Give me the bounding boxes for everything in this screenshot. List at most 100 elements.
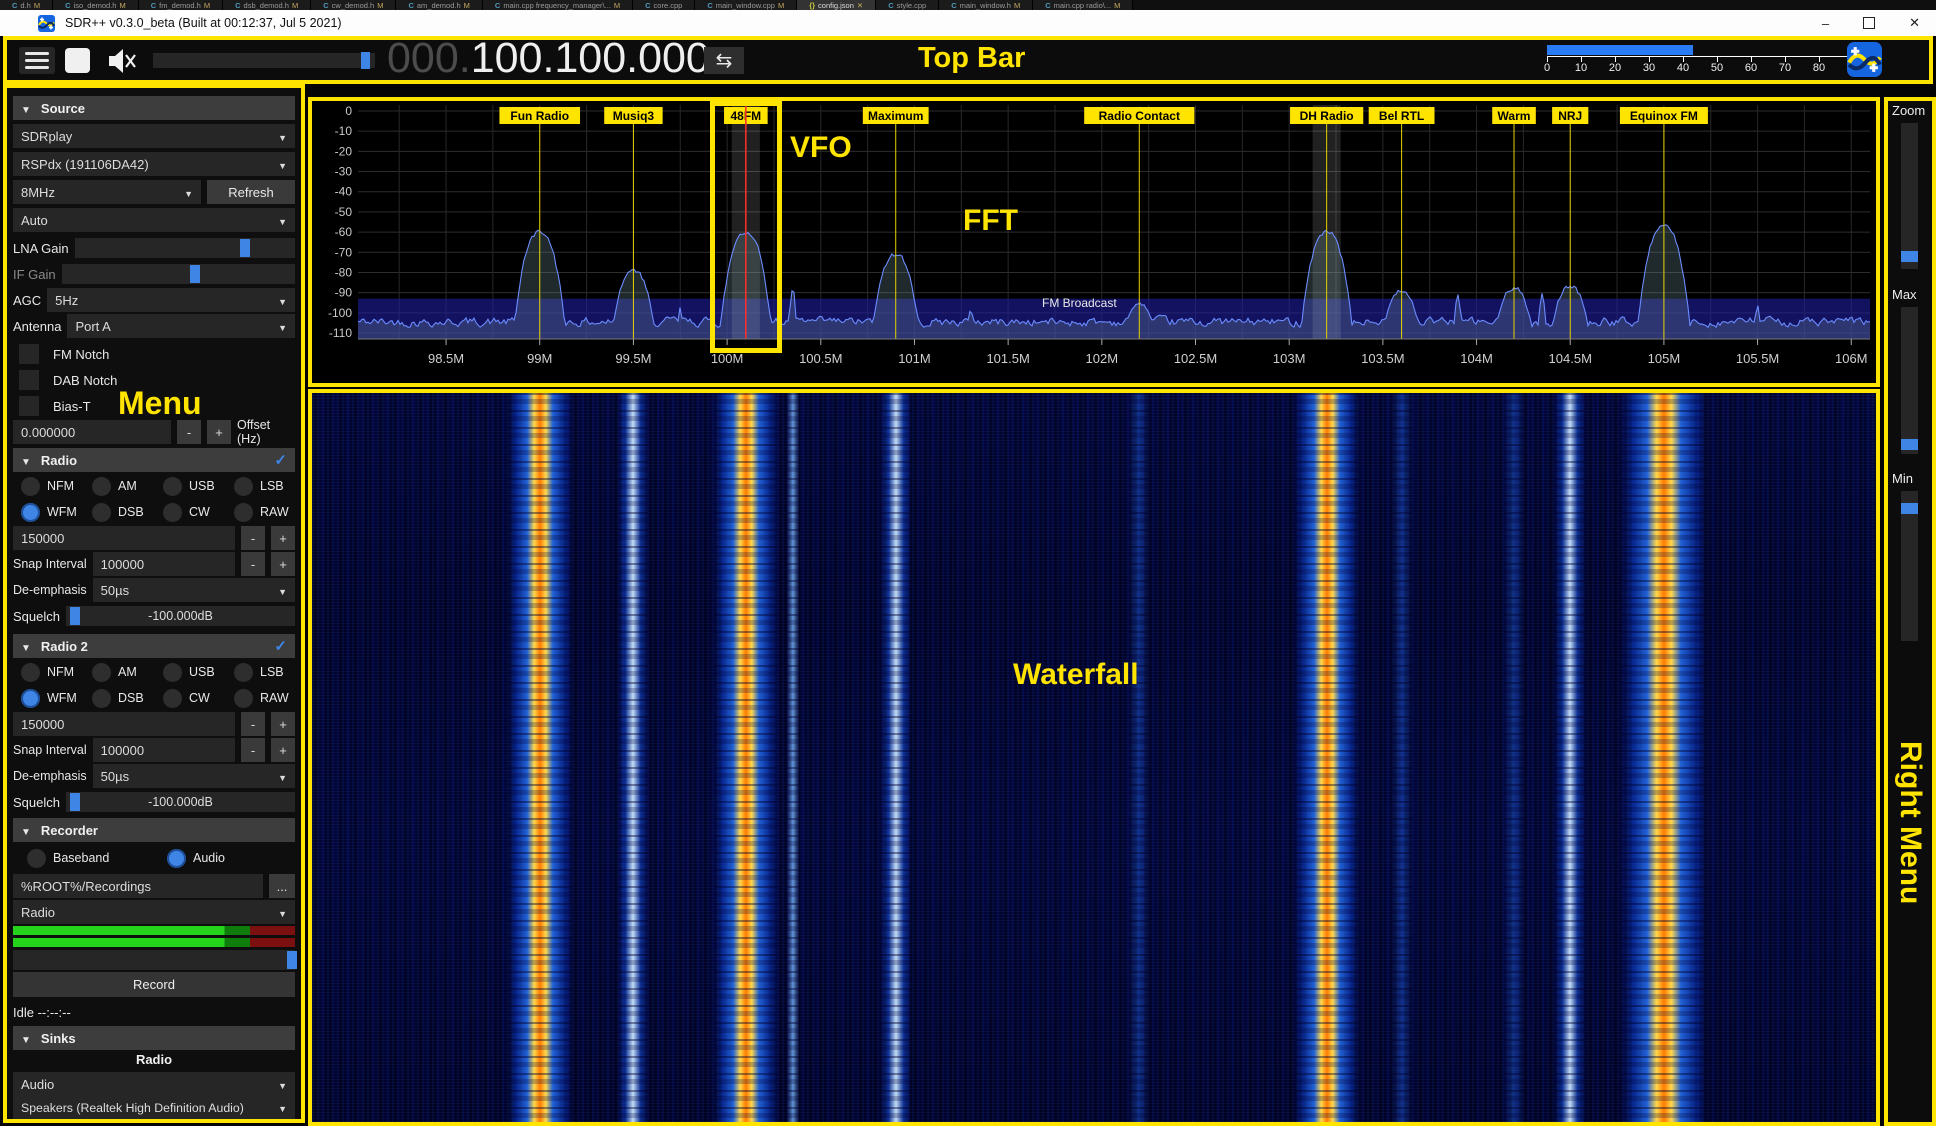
radio-button-icon[interactable] xyxy=(234,663,253,682)
menu-toggle-button[interactable] xyxy=(19,47,55,74)
decrement-button[interactable]: - xyxy=(241,712,265,736)
deemphasis-select[interactable]: 50µs xyxy=(93,764,295,788)
zoom-slider-handle[interactable] xyxy=(1901,251,1918,262)
lna-gain-slider[interactable] xyxy=(75,238,295,258)
radio-section-header[interactable]: Radio 2 xyxy=(13,634,295,658)
increment-button[interactable]: + xyxy=(271,552,295,576)
mode-lsb[interactable]: LSB xyxy=(234,660,284,684)
editor-tab[interactable]: Cmain_window.cppM xyxy=(695,0,797,10)
mode-nfm[interactable]: NFM xyxy=(21,474,74,498)
offset-increment-button[interactable]: + xyxy=(207,420,231,444)
frequency-main-digits[interactable]: 100.100.000 xyxy=(471,34,710,82)
max-slider-handle[interactable] xyxy=(1901,439,1918,450)
enabled-check-icon[interactable] xyxy=(274,637,287,655)
mode-raw[interactable]: RAW xyxy=(234,500,289,524)
increment-button[interactable]: + xyxy=(271,738,295,762)
checkbox-icon[interactable] xyxy=(19,396,39,416)
radio-button-icon[interactable] xyxy=(21,663,40,682)
radio-button-icon[interactable] xyxy=(163,477,182,496)
radio-button-icon[interactable] xyxy=(234,503,253,522)
editor-tab[interactable]: Cfm_demod.hM xyxy=(139,0,223,10)
sink-device-select[interactable]: Speakers (Realtek High Definition Audio) xyxy=(13,1096,295,1120)
radio-button-icon[interactable] xyxy=(163,689,182,708)
offset-decrement-button[interactable]: - xyxy=(177,420,201,444)
bandwidth-select[interactable]: 8MHz xyxy=(13,180,201,204)
volume-slider-handle[interactable] xyxy=(361,52,370,69)
mode-cw[interactable]: CW xyxy=(163,500,210,524)
squelch-slider[interactable]: -100.000dB xyxy=(66,792,295,812)
radio-button-icon[interactable] xyxy=(234,477,253,496)
if-gain-handle[interactable] xyxy=(190,265,200,283)
mode-cw[interactable]: CW xyxy=(163,686,210,710)
decrement-button[interactable]: - xyxy=(241,738,265,762)
radio-button-icon[interactable] xyxy=(92,689,111,708)
snap-input[interactable]: 100000 xyxy=(93,552,235,576)
bandwidth-input[interactable]: 150000 xyxy=(13,712,235,736)
radio-button-icon[interactable] xyxy=(234,689,253,708)
minimize-button[interactable]: – xyxy=(1822,16,1829,31)
record-button[interactable]: Record xyxy=(13,972,295,997)
mode-wfm[interactable]: WFM xyxy=(21,686,77,710)
mode-raw[interactable]: RAW xyxy=(234,686,289,710)
editor-tab[interactable]: Ccw_demod.hM xyxy=(311,0,396,10)
checkbox-icon[interactable] xyxy=(19,344,39,364)
lna-gain-handle[interactable] xyxy=(240,239,250,257)
min-slider-handle[interactable] xyxy=(1901,503,1918,514)
stop-button[interactable] xyxy=(65,48,90,73)
sinks-section-header[interactable]: Sinks xyxy=(13,1026,295,1050)
mode-dsb[interactable]: DSB xyxy=(92,686,144,710)
recorder-volume-handle[interactable] xyxy=(287,951,297,969)
editor-tab[interactable]: Cmain_window.hM xyxy=(939,0,1033,10)
mode-dsb[interactable]: DSB xyxy=(92,500,144,524)
editor-tab[interactable]: Ciso_demod.hM xyxy=(53,0,139,10)
source-section-header[interactable]: Source xyxy=(13,96,295,120)
mode-nfm[interactable]: NFM xyxy=(21,660,74,684)
maximize-button[interactable] xyxy=(1863,17,1875,29)
mute-speaker-icon[interactable] xyxy=(105,46,137,76)
frequency-display[interactable]: 000.100.100.000 xyxy=(387,34,710,90)
editor-tab[interactable]: Cstyle.cpp xyxy=(876,0,939,10)
radio-button-icon[interactable] xyxy=(92,663,111,682)
swap-iq-button[interactable]: ⇆ xyxy=(704,47,744,74)
offset-input[interactable]: 0.000000 xyxy=(13,420,171,444)
checkbox-icon[interactable] xyxy=(19,370,39,390)
if-gain-slider[interactable] xyxy=(62,264,295,284)
radio-button-icon[interactable] xyxy=(27,849,46,868)
min-slider[interactable] xyxy=(1901,491,1918,641)
recorder-volume-slider[interactable] xyxy=(13,950,295,970)
volume-slider[interactable] xyxy=(153,53,375,68)
editor-tab[interactable]: Cdsb_demod.hM xyxy=(223,0,311,10)
squelch-slider[interactable]: -100.000dB xyxy=(66,606,295,626)
mode-am[interactable]: AM xyxy=(92,660,137,684)
mode-lsb[interactable]: LSB xyxy=(234,474,284,498)
radio-button-selected-icon[interactable] xyxy=(167,849,186,868)
recorder-mode-baseband[interactable]: Baseband xyxy=(27,846,109,870)
decrement-button[interactable]: - xyxy=(241,526,265,550)
agc-rate-select[interactable]: 5Hz xyxy=(47,288,295,312)
source-device-select[interactable]: RSPdx (191106DA42) xyxy=(13,152,295,176)
waterfall-display[interactable] xyxy=(308,389,1880,1126)
decrement-button[interactable]: - xyxy=(241,552,265,576)
mode-wfm[interactable]: WFM xyxy=(21,500,77,524)
recorder-stream-select[interactable]: Radio xyxy=(13,900,295,924)
editor-tab[interactable]: Ccore.cpp xyxy=(633,0,695,10)
fft-spectrum-plot[interactable]: FM BroadcastFun RadioMusiq348FMMaximumRa… xyxy=(312,101,1876,383)
increment-button[interactable]: + xyxy=(271,526,295,550)
enabled-check-icon[interactable] xyxy=(274,451,287,469)
frequency-dim-digits[interactable]: 000. xyxy=(387,34,471,82)
mode-am[interactable]: AM xyxy=(92,474,137,498)
radio-button-icon[interactable] xyxy=(92,503,111,522)
editor-tab[interactable]: Cd.hM xyxy=(0,0,53,10)
browse-path-button[interactable]: ... xyxy=(269,874,295,898)
recording-path-input[interactable]: %ROOT%/Recordings xyxy=(13,874,263,898)
agc-mode-select[interactable]: Auto xyxy=(13,208,295,232)
recorder-section-header[interactable]: Recorder xyxy=(13,818,295,842)
max-slider[interactable] xyxy=(1901,307,1918,454)
radio-section-header[interactable]: Radio xyxy=(13,448,295,472)
antenna-select[interactable]: Port A xyxy=(67,314,295,338)
recorder-mode-audio[interactable]: Audio xyxy=(167,846,225,870)
radio-button-icon[interactable] xyxy=(92,477,111,496)
radio-button-selected-icon[interactable] xyxy=(21,503,40,522)
close-button[interactable]: ✕ xyxy=(1909,15,1920,31)
zoom-slider[interactable] xyxy=(1901,123,1918,269)
